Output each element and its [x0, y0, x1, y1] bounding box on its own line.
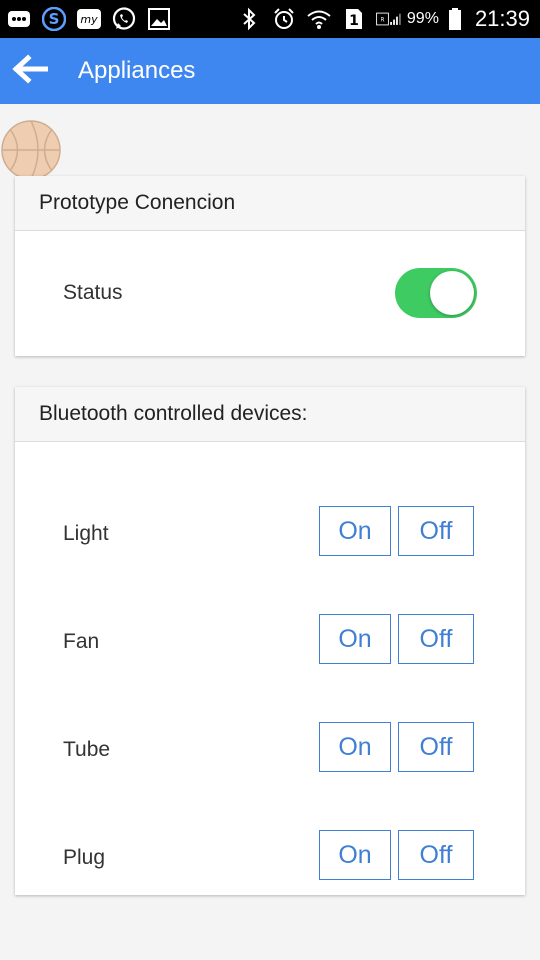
- bluetooth-icon: [236, 7, 262, 31]
- alarm-icon: [271, 7, 297, 31]
- status-row: Status: [15, 231, 525, 355]
- light-off-button[interactable]: Off: [398, 506, 474, 556]
- plug-off-button[interactable]: Off: [398, 830, 474, 880]
- device-label: Plug: [63, 846, 106, 869]
- battery-icon: [448, 7, 462, 31]
- devices-card-header: Bluetooth controlled devices:: [15, 387, 525, 442]
- devices-card: Bluetooth controlled devices: Light On O…: [15, 387, 525, 895]
- device-row-light: Light On Off: [15, 480, 525, 588]
- svg-text:R: R: [380, 17, 384, 23]
- wifi-icon: [306, 7, 332, 31]
- tube-on-button[interactable]: On: [319, 722, 391, 772]
- light-on-button[interactable]: On: [319, 506, 391, 556]
- fan-off-button[interactable]: Off: [398, 614, 474, 664]
- floating-basketball-icon[interactable]: [0, 119, 62, 181]
- device-label: Fan: [63, 630, 100, 653]
- device-label: Light: [63, 522, 109, 545]
- page-title: Appliances: [78, 57, 196, 84]
- status-label: Status: [63, 281, 123, 304]
- device-label: Tube: [63, 738, 111, 761]
- app-bar: Appliances: [0, 38, 540, 104]
- connection-card: Prototype Conencion Status: [15, 176, 525, 356]
- my-app-icon: my: [76, 7, 102, 31]
- svg-text:S: S: [49, 10, 60, 28]
- toggle-knob: [430, 271, 474, 315]
- plug-on-button[interactable]: On: [319, 830, 391, 880]
- plug-button-group: On Off: [319, 830, 474, 880]
- sim-number: 1: [349, 13, 359, 29]
- sim-icon: 1: [341, 7, 367, 31]
- messages-icon: [6, 7, 32, 31]
- device-row-plug: Plug On Off: [15, 804, 525, 912]
- device-row-tube: Tube On Off: [15, 696, 525, 804]
- clock: 21:39: [474, 6, 530, 31]
- svg-text:my: my: [80, 13, 98, 26]
- status-toggle[interactable]: [395, 268, 477, 318]
- gallery-icon: [146, 7, 172, 31]
- device-list: Light On Off Fan On Off Tube On Off Plug…: [15, 442, 525, 912]
- signal-icon: R: [376, 7, 402, 31]
- tube-off-button[interactable]: Off: [398, 722, 474, 772]
- back-button[interactable]: [2, 38, 58, 104]
- fan-button-group: On Off: [319, 614, 474, 664]
- light-button-group: On Off: [319, 506, 474, 556]
- status-bar: S my 1 R 99% 21:39: [0, 0, 540, 38]
- connection-card-header: Prototype Conencion: [15, 176, 525, 231]
- s-app-icon: S: [41, 7, 67, 31]
- arrow-left-icon: [12, 53, 49, 89]
- tube-button-group: On Off: [319, 722, 474, 772]
- whatsapp-icon: [111, 7, 137, 31]
- device-row-fan: Fan On Off: [15, 588, 525, 696]
- fan-on-button[interactable]: On: [319, 614, 391, 664]
- battery-percentage: 99%: [406, 10, 439, 27]
